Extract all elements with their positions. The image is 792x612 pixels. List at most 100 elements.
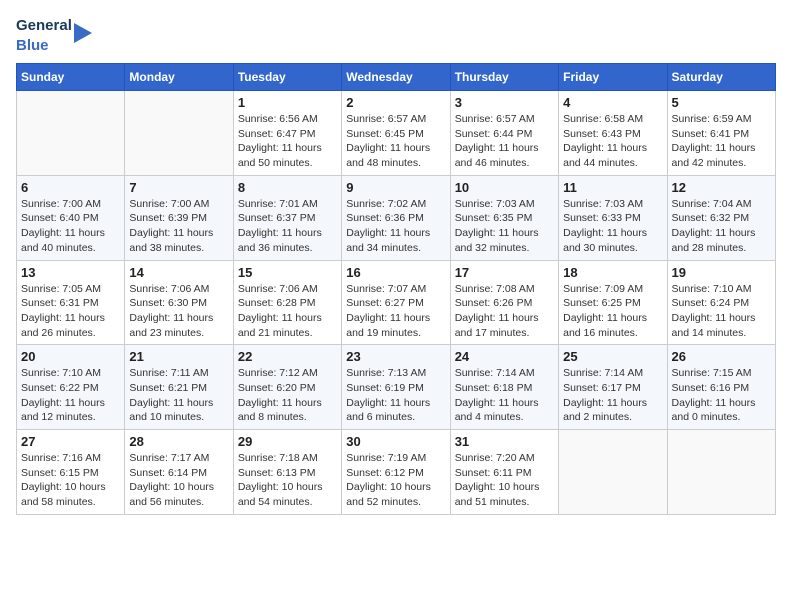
calendar-cell [559,430,667,515]
calendar-cell [125,91,233,176]
calendar-cell: 22Sunrise: 7:12 AMSunset: 6:20 PMDayligh… [233,345,341,430]
cell-sun-info: Sunrise: 7:20 AMSunset: 6:11 PMDaylight:… [455,451,554,510]
cell-date-number: 19 [672,265,771,280]
week-row-3: 13 Sunrise: 7:05 AMSunset: 6:31 PMDayligh… [17,260,776,345]
cell-date-number: 6 [21,180,120,195]
calendar-cell: 7 Sunrise: 7:00 AMSunset: 6:39 PMDaylight… [125,175,233,260]
week-row-2: 6 Sunrise: 7:00 AMSunset: 6:40 PMDaylight… [17,175,776,260]
calendar-cell: 14Sunrise: 7:06 AMSunset: 6:30 PMDayligh… [125,260,233,345]
cell-sun-info: Sunrise: 7:07 AMSunset: 6:27 PMDaylight:… [346,282,445,341]
cell-sun-info: Sunrise: 7:04 AMSunset: 6:32 PMDaylight:… [672,197,771,256]
cell-date-number: 27 [21,434,120,449]
calendar-cell: 10 Sunrise: 7:03 AMSunset: 6:35 PMDayligh… [450,175,558,260]
cell-sun-info: Sunrise: 7:17 AMSunset: 6:14 PMDaylight:… [129,451,228,510]
calendar-cell: 23 Sunrise: 7:13 AMSunset: 6:19 PMDayligh… [342,345,450,430]
cell-date-number: 21 [129,349,228,364]
calendar-cell: 26 Sunrise: 7:15 AMSunset: 6:16 PMDayligh… [667,345,775,430]
cell-date-number: 3 [455,95,554,110]
calendar-cell: 31 Sunrise: 7:20 AMSunset: 6:11 PMDayligh… [450,430,558,515]
cell-sun-info: Sunrise: 7:13 AMSunset: 6:19 PMDaylight:… [346,366,445,425]
cell-date-number: 10 [455,180,554,195]
logo-arrow-icon [74,23,92,49]
week-row-4: 20Sunrise: 7:10 AMSunset: 6:22 PMDayligh… [17,345,776,430]
cell-date-number: 24 [455,349,554,364]
calendar-cell: 15 Sunrise: 7:06 AMSunset: 6:28 PMDayligh… [233,260,341,345]
cell-date-number: 26 [672,349,771,364]
cell-sun-info: Sunrise: 7:11 AMSunset: 6:21 PMDaylight:… [129,366,228,425]
cell-date-number: 31 [455,434,554,449]
calendar-cell: 2Sunrise: 6:57 AMSunset: 6:45 PMDaylight… [342,91,450,176]
cell-date-number: 7 [129,180,228,195]
cell-date-number: 16 [346,265,445,280]
cell-date-number: 4 [563,95,662,110]
calendar-cell: 1Sunrise: 6:56 AMSunset: 6:47 PMDaylight… [233,91,341,176]
calendar-cell: 12 Sunrise: 7:04 AMSunset: 6:32 PMDayligh… [667,175,775,260]
calendar-cell: 9 Sunrise: 7:02 AMSunset: 6:36 PMDaylight… [342,175,450,260]
col-header-sunday: Sunday [17,64,125,91]
cell-date-number: 23 [346,349,445,364]
cell-sun-info: Sunrise: 7:16 AMSunset: 6:15 PMDaylight:… [21,451,120,510]
calendar-cell: 30 Sunrise: 7:19 AMSunset: 6:12 PMDayligh… [342,430,450,515]
calendar-cell: 13 Sunrise: 7:05 AMSunset: 6:31 PMDayligh… [17,260,125,345]
col-header-friday: Friday [559,64,667,91]
cell-sun-info: Sunrise: 7:18 AMSunset: 6:13 PMDaylight:… [238,451,337,510]
cell-sun-info: Sunrise: 7:15 AMSunset: 6:16 PMDaylight:… [672,366,771,425]
cell-date-number: 15 [238,265,337,280]
cell-sun-info: Sunrise: 7:02 AMSunset: 6:36 PMDaylight:… [346,197,445,256]
calendar-cell: 16 Sunrise: 7:07 AMSunset: 6:27 PMDayligh… [342,260,450,345]
calendar-cell: 5 Sunrise: 6:59 AMSunset: 6:41 PMDaylight… [667,91,775,176]
cell-sun-info: Sunrise: 7:10 AMSunset: 6:24 PMDaylight:… [672,282,771,341]
col-header-tuesday: Tuesday [233,64,341,91]
cell-date-number: 5 [672,95,771,110]
cell-sun-info: Sunrise: 6:58 AMSunset: 6:43 PMDaylight:… [563,112,662,171]
cell-sun-info: Sunrise: 7:05 AMSunset: 6:31 PMDaylight:… [21,282,120,341]
cell-date-number: 28 [129,434,228,449]
logo: GeneralBlue [16,16,92,55]
calendar-cell: 6 Sunrise: 7:00 AMSunset: 6:40 PMDaylight… [17,175,125,260]
cell-sun-info: Sunrise: 7:10 AMSunset: 6:22 PMDaylight:… [21,366,120,425]
cell-sun-info: Sunrise: 7:06 AMSunset: 6:28 PMDaylight:… [238,282,337,341]
col-header-thursday: Thursday [450,64,558,91]
calendar-cell [667,430,775,515]
calendar-cell: 18Sunrise: 7:09 AMSunset: 6:25 PMDayligh… [559,260,667,345]
col-header-monday: Monday [125,64,233,91]
cell-date-number: 1 [238,95,337,110]
logo: GeneralBlue [16,16,92,55]
calendar-cell: 19 Sunrise: 7:10 AMSunset: 6:24 PMDayligh… [667,260,775,345]
cell-date-number: 12 [672,180,771,195]
cell-date-number: 17 [455,265,554,280]
cell-sun-info: Sunrise: 7:19 AMSunset: 6:12 PMDaylight:… [346,451,445,510]
week-row-1: 1Sunrise: 6:56 AMSunset: 6:47 PMDaylight… [17,91,776,176]
calendar-cell: 28 Sunrise: 7:17 AMSunset: 6:14 PMDayligh… [125,430,233,515]
cell-sun-info: Sunrise: 7:00 AMSunset: 6:39 PMDaylight:… [129,197,228,256]
logo-text: GeneralBlue [16,16,72,55]
calendar-cell: 29Sunrise: 7:18 AMSunset: 6:13 PMDayligh… [233,430,341,515]
col-header-saturday: Saturday [667,64,775,91]
cell-sun-info: Sunrise: 6:57 AMSunset: 6:44 PMDaylight:… [455,112,554,171]
calendar-cell: 24Sunrise: 7:14 AMSunset: 6:18 PMDayligh… [450,345,558,430]
cell-date-number: 22 [238,349,337,364]
cell-date-number: 30 [346,434,445,449]
cell-date-number: 13 [21,265,120,280]
cell-date-number: 25 [563,349,662,364]
cell-sun-info: Sunrise: 6:59 AMSunset: 6:41 PMDaylight:… [672,112,771,171]
calendar-cell [17,91,125,176]
calendar-cell: 8Sunrise: 7:01 AMSunset: 6:37 PMDaylight… [233,175,341,260]
calendar-cell: 4 Sunrise: 6:58 AMSunset: 6:43 PMDaylight… [559,91,667,176]
calendar-cell: 11 Sunrise: 7:03 AMSunset: 6:33 PMDayligh… [559,175,667,260]
cell-sun-info: Sunrise: 7:00 AMSunset: 6:40 PMDaylight:… [21,197,120,256]
cell-sun-info: Sunrise: 7:08 AMSunset: 6:26 PMDaylight:… [455,282,554,341]
cell-date-number: 9 [346,180,445,195]
calendar-cell: 21 Sunrise: 7:11 AMSunset: 6:21 PMDayligh… [125,345,233,430]
week-row-5: 27 Sunrise: 7:16 AMSunset: 6:15 PMDayligh… [17,430,776,515]
cell-sun-info: Sunrise: 7:03 AMSunset: 6:35 PMDaylight:… [455,197,554,256]
calendar-cell: 17 Sunrise: 7:08 AMSunset: 6:26 PMDayligh… [450,260,558,345]
calendar-cell: 20Sunrise: 7:10 AMSunset: 6:22 PMDayligh… [17,345,125,430]
cell-sun-info: Sunrise: 7:09 AMSunset: 6:25 PMDaylight:… [563,282,662,341]
cell-sun-info: Sunrise: 7:14 AMSunset: 6:17 PMDaylight:… [563,366,662,425]
cell-sun-info: Sunrise: 7:03 AMSunset: 6:33 PMDaylight:… [563,197,662,256]
cell-sun-info: Sunrise: 7:06 AMSunset: 6:30 PMDaylight:… [129,282,228,341]
cell-date-number: 11 [563,180,662,195]
calendar-table: SundayMondayTuesdayWednesdayThursdayFrid… [16,63,776,515]
cell-sun-info: Sunrise: 6:57 AMSunset: 6:45 PMDaylight:… [346,112,445,171]
